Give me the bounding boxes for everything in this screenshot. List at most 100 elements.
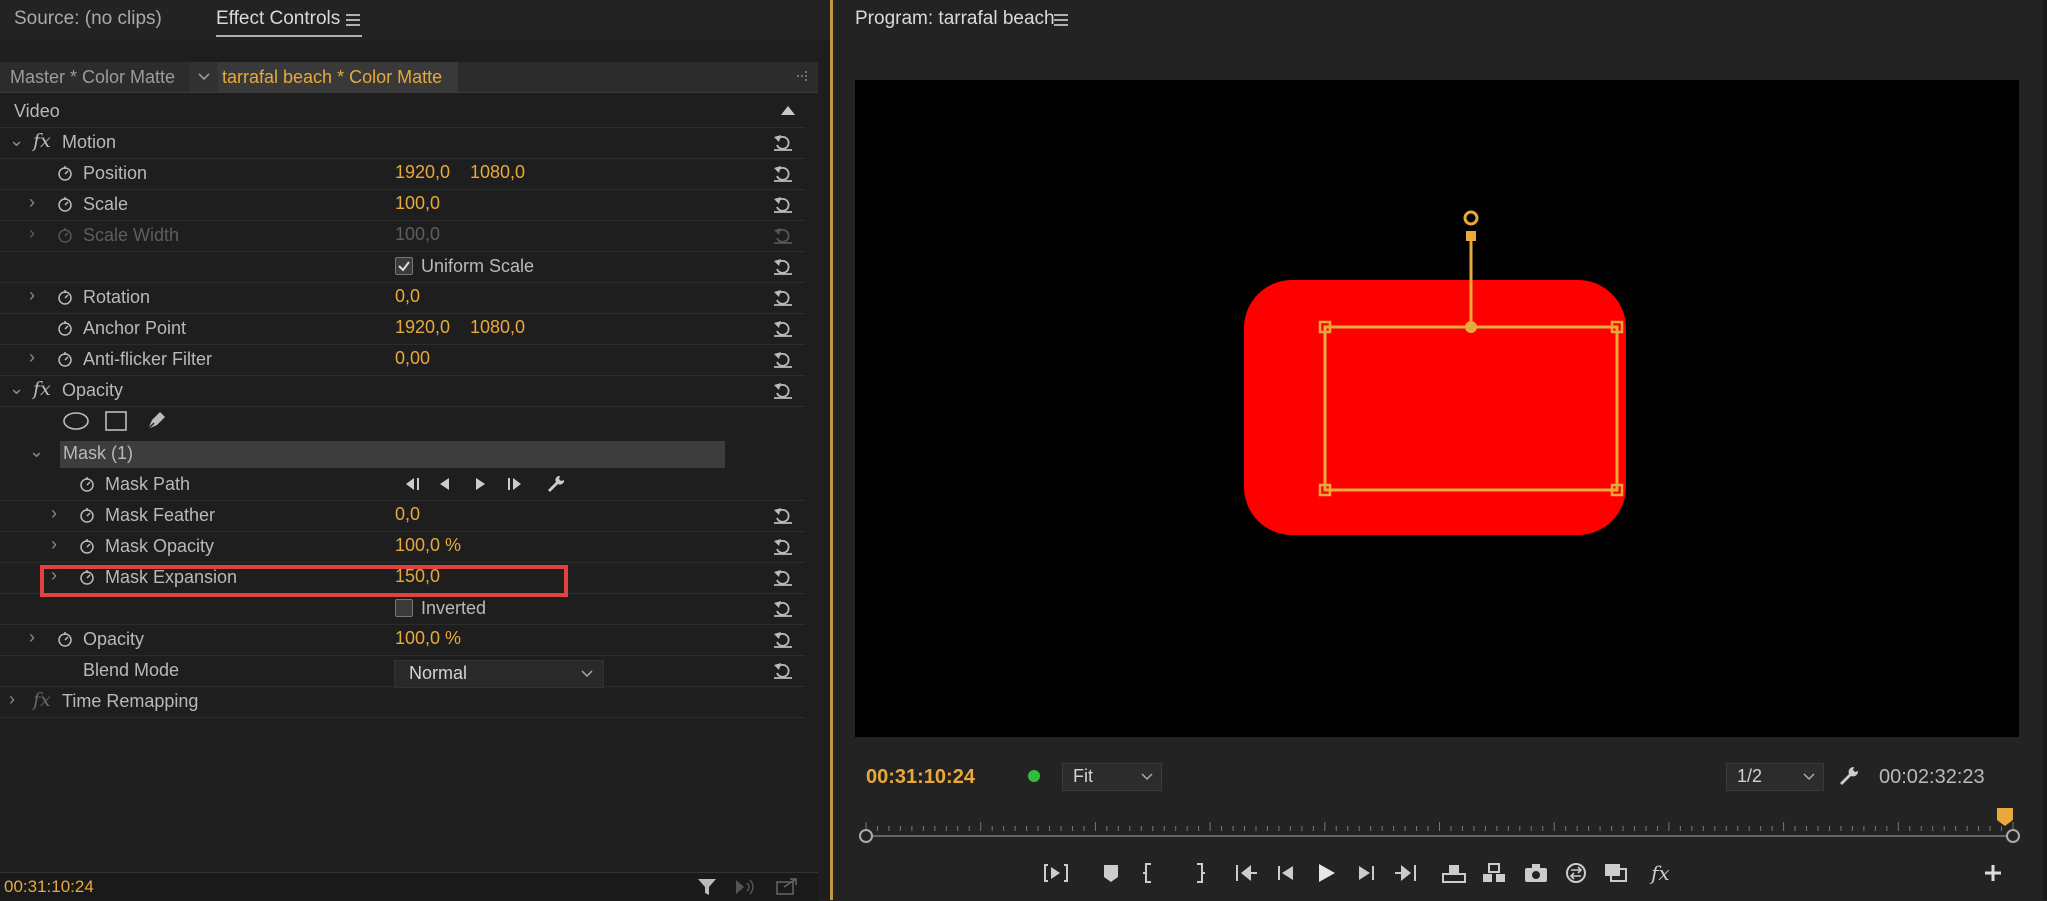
export-icon[interactable] <box>776 877 798 895</box>
mask-row[interactable]: ⌄ Mask (1) <box>0 438 805 469</box>
step-back-icon[interactable] <box>1273 862 1299 884</box>
reset-icon[interactable] <box>773 537 793 555</box>
mark-in-icon[interactable] <box>1137 862 1163 884</box>
fx-icon[interactable]: fx <box>33 378 51 400</box>
stopwatch-icon[interactable] <box>57 165 73 181</box>
chevron-right-icon[interactable]: › <box>29 192 35 213</box>
chevron-right-icon[interactable]: › <box>29 627 35 648</box>
go-to-out-icon[interactable] <box>1393 862 1419 884</box>
chevron-right-icon[interactable]: › <box>51 534 57 555</box>
panel-menu-icon[interactable] <box>1054 14 1068 26</box>
program-monitor-title[interactable]: Program: tarrafal beach <box>855 8 1055 30</box>
anchor-x-value[interactable]: 1920,0 <box>395 317 450 338</box>
position-y-value[interactable]: 1080,0 <box>470 162 525 183</box>
mask-top-center-point[interactable] <box>1465 321 1477 333</box>
wrench-icon[interactable] <box>1838 765 1860 787</box>
reset-icon[interactable] <box>773 319 793 337</box>
stopwatch-icon[interactable] <box>57 631 73 647</box>
chevron-down-icon[interactable]: ⌄ <box>29 441 44 462</box>
step-forward-icon[interactable] <box>1353 862 1379 884</box>
reset-icon[interactable] <box>773 350 793 368</box>
stopwatch-icon[interactable] <box>79 507 95 523</box>
track-forward-icon[interactable] <box>472 476 488 492</box>
add-button-icon[interactable] <box>1980 862 2006 884</box>
panel-menu-icon[interactable] <box>346 14 360 26</box>
inverted-checkbox[interactable] <box>395 599 413 617</box>
track-backward-icon[interactable] <box>437 476 453 492</box>
stopwatch-icon[interactable] <box>57 289 73 305</box>
opacity-group-row[interactable]: ⌄ fx Opacity <box>0 375 805 407</box>
reset-icon[interactable] <box>773 133 793 151</box>
extract-icon[interactable] <box>1481 862 1507 884</box>
go-to-in-icon[interactable] <box>1233 862 1259 884</box>
tab-source[interactable]: Source: (no clips) <box>14 8 162 30</box>
reset-icon[interactable] <box>773 661 793 679</box>
scale-value[interactable]: 100,0 <box>395 193 440 214</box>
play-icon[interactable] <box>1313 862 1339 884</box>
position-x-value[interactable]: 1920,0 <box>395 162 450 183</box>
out-point-handle[interactable] <box>2006 829 2020 843</box>
clip-dropdown[interactable] <box>190 62 218 92</box>
time-remapping-row[interactable]: › fx Time Remapping <box>0 686 805 718</box>
fx-icon[interactable]: fx <box>33 689 51 711</box>
rectangle-mask-icon[interactable] <box>105 411 127 431</box>
track-selected-forward-frame-icon[interactable] <box>506 476 526 492</box>
master-clip-label[interactable]: Master * Color Matte <box>10 67 175 88</box>
anchor-y-value[interactable]: 1080,0 <box>470 317 525 338</box>
reset-icon[interactable] <box>773 381 793 399</box>
reset-icon[interactable] <box>773 195 793 213</box>
reset-icon[interactable] <box>773 288 793 306</box>
program-viewer[interactable] <box>855 80 2019 737</box>
anti-flicker-value[interactable]: 0,00 <box>395 348 430 369</box>
rotation-value[interactable]: 0,0 <box>395 286 420 307</box>
wrench-icon[interactable] <box>545 474 565 494</box>
reset-icon[interactable] <box>773 164 793 182</box>
stopwatch-icon[interactable] <box>79 476 95 492</box>
pen-mask-icon[interactable] <box>145 410 167 432</box>
zoom-dropdown[interactable]: Fit <box>1062 763 1162 791</box>
active-clip-tab[interactable]: tarrafal beach * Color Matte <box>218 62 458 92</box>
reset-icon[interactable] <box>773 257 793 275</box>
feather-handle[interactable] <box>1466 231 1476 241</box>
tab-effect-controls[interactable]: Effect Controls <box>216 8 340 30</box>
chevron-right-icon[interactable]: › <box>29 285 35 306</box>
chevron-down-icon[interactable]: ⌄ <box>9 378 24 399</box>
reset-icon[interactable] <box>773 630 793 648</box>
playback-timeline[interactable] <box>833 800 2047 850</box>
stopwatch-icon[interactable] <box>57 196 73 212</box>
stopwatch-icon[interactable] <box>57 320 73 336</box>
motion-row[interactable]: ⌄ fx Motion <box>0 127 805 159</box>
camera-icon[interactable] <box>1523 862 1549 884</box>
fx-icon[interactable]: fx <box>33 130 51 152</box>
reset-icon[interactable] <box>773 599 793 617</box>
mark-out-icon[interactable] <box>1185 862 1211 884</box>
blend-mode-dropdown[interactable]: Normal <box>394 660 604 688</box>
toggle-proxies-icon[interactable] <box>1603 862 1629 884</box>
comparison-view-icon[interactable] <box>1563 862 1589 884</box>
stopwatch-icon[interactable] <box>57 351 73 367</box>
go-to-in-out-icon[interactable] <box>1043 862 1069 884</box>
uniform-scale-checkbox[interactable] <box>395 257 413 275</box>
playhead[interactable] <box>1996 808 2013 826</box>
chevron-right-icon[interactable]: › <box>51 503 57 524</box>
reset-icon[interactable] <box>773 506 793 524</box>
resolution-dropdown[interactable]: 1/2 <box>1726 763 1824 791</box>
chevron-right-icon[interactable]: › <box>9 689 15 710</box>
reset-icon[interactable] <box>773 568 793 586</box>
chevron-right-icon[interactable]: › <box>29 347 35 368</box>
ellipse-mask-icon[interactable] <box>63 412 89 430</box>
panel-collapse-icon[interactable] <box>797 70 809 84</box>
mask-opacity-value[interactable]: 100,0 % <box>395 535 461 556</box>
track-selected-backward-frame-icon[interactable] <box>402 476 422 492</box>
in-point-handle[interactable] <box>859 829 873 843</box>
current-timecode[interactable]: 00:31:10:24 <box>866 766 975 789</box>
filter-icon[interactable] <box>697 878 717 896</box>
mask-feather-value[interactable]: 0,0 <box>395 504 420 525</box>
opacity-value[interactable]: 100,0 % <box>395 628 461 649</box>
add-marker-icon[interactable] <box>1098 862 1124 884</box>
lift-icon[interactable] <box>1441 862 1467 884</box>
stopwatch-icon[interactable] <box>79 538 95 554</box>
chevron-down-icon[interactable]: ⌄ <box>9 130 24 151</box>
rotation-handle[interactable] <box>1463 210 1479 226</box>
scroll-up-icon[interactable] <box>781 104 795 116</box>
